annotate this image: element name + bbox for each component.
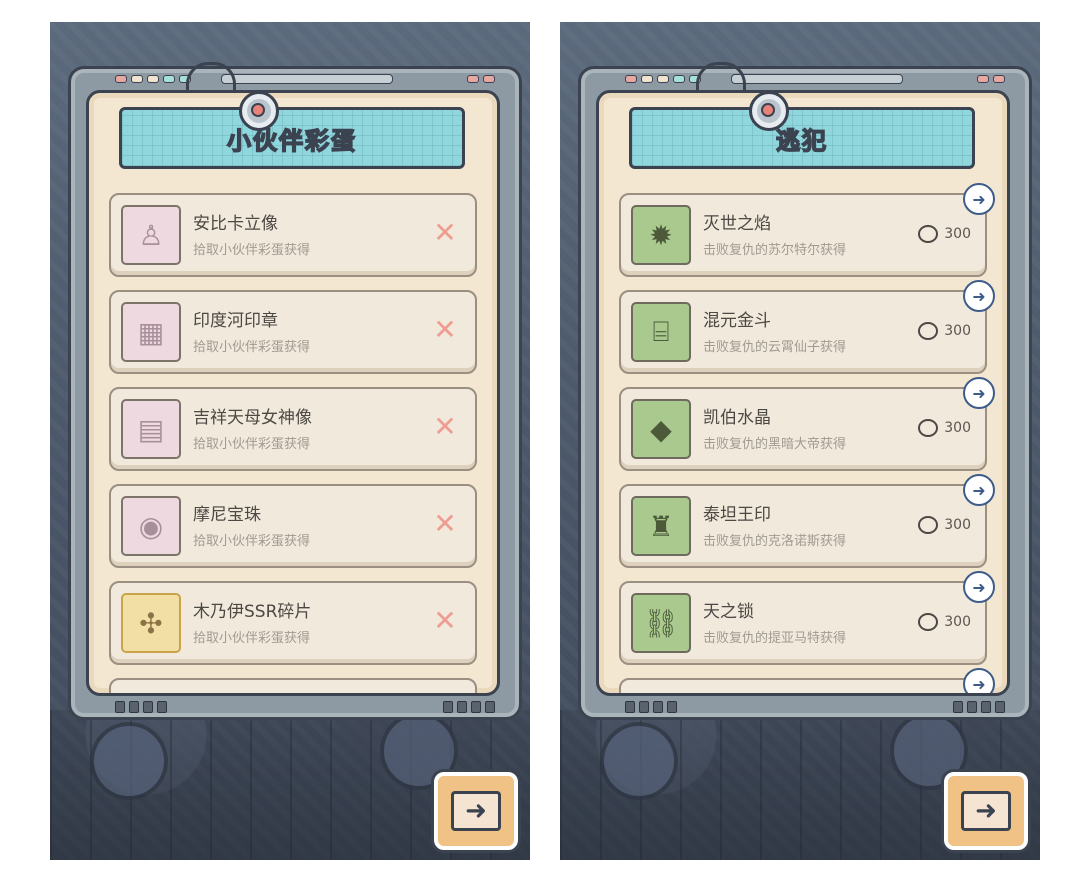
frame-bar xyxy=(221,74,393,84)
item-name: 凯伯水晶 xyxy=(703,408,771,428)
go-button[interactable]: ➜ xyxy=(963,280,995,312)
item-source: 击败复仇的克洛诺斯获得 xyxy=(703,534,847,549)
cost: 300 xyxy=(918,419,971,437)
list-item[interactable]: ✹ 灭世之焰 击败复仇的苏尔特尔获得 300 ➜ xyxy=(619,183,995,277)
frame-lights-right xyxy=(467,75,495,83)
list-item[interactable]: ⛓ 天之锁 击败复仇的提亚马特获得 300 ➜ xyxy=(619,571,995,665)
eagle-seal-icon: ♜ xyxy=(631,496,691,556)
arrow-right-icon: ➜ xyxy=(451,791,501,831)
knob-decoration xyxy=(749,93,789,131)
cost-value: 300 xyxy=(944,614,971,630)
item-source: 拾取小伙伴彩蛋获得 xyxy=(193,340,311,355)
speech-bubble-icon xyxy=(918,613,939,631)
scroll-icon: ▤ xyxy=(121,399,181,459)
list-item[interactable]: ✣ 木乃伊SSR碎片 拾取小伙伴彩蛋获得 ✕ xyxy=(109,581,477,665)
frame-bottom-lights xyxy=(953,701,1005,713)
not-owned-x-icon: ✕ xyxy=(433,410,457,443)
speech-bubble-icon xyxy=(918,322,939,340)
item-name: 印度河印章 xyxy=(193,311,278,331)
go-button[interactable]: ➜ xyxy=(963,183,995,215)
screen-partner-eggs: 小伙伴彩蛋 ♙ 安比卡立像 拾取小伙伴彩蛋获得 ✕ ▦ 印度河印章 拾取小伙伴彩… xyxy=(50,22,530,860)
crystal-icon: ◆ xyxy=(631,399,691,459)
item-name: 摩尼宝珠 xyxy=(193,505,261,525)
item-source: 拾取小伙伴彩蛋获得 xyxy=(193,243,311,258)
pearl-icon: ◉ xyxy=(121,496,181,556)
speech-bubble-icon xyxy=(918,225,939,243)
go-button[interactable]: ➜ xyxy=(963,474,995,506)
page-title: 逃犯 xyxy=(775,126,828,156)
frame-bottom-lights xyxy=(115,701,167,713)
frame-bottom-lights xyxy=(443,701,495,713)
list-item[interactable]: ◆ 凯伯水晶 击败复仇的黑暗大帝获得 300 ➜ xyxy=(619,377,995,471)
next-button[interactable]: ➜ xyxy=(434,772,518,850)
item-name: 灭世之焰 xyxy=(703,214,771,234)
list-item-partial[interactable]: ➜ xyxy=(619,668,995,693)
list-item[interactable]: ▦ 印度河印章 拾取小伙伴彩蛋获得 ✕ xyxy=(109,290,477,374)
cost-value: 300 xyxy=(944,226,971,242)
item-name: 泰坦王印 xyxy=(703,505,771,525)
go-button[interactable]: ➜ xyxy=(963,668,995,693)
cost: 300 xyxy=(918,322,971,340)
list-panel: 小伙伴彩蛋 ♙ 安比卡立像 拾取小伙伴彩蛋获得 ✕ ▦ 印度河印章 拾取小伙伴彩… xyxy=(86,90,500,696)
item-source: 拾取小伙伴彩蛋获得 xyxy=(193,534,311,549)
item-source: 拾取小伙伴彩蛋获得 xyxy=(193,437,311,452)
item-name: 木乃伊SSR碎片 xyxy=(193,602,312,622)
list-item[interactable]: ♜ 泰坦王印 击败复仇的克洛诺斯获得 300 ➜ xyxy=(619,474,995,568)
dial-decoration xyxy=(600,722,678,800)
next-button[interactable]: ➜ xyxy=(944,772,1028,850)
item-name: 混元金斗 xyxy=(703,311,771,331)
not-owned-x-icon: ✕ xyxy=(433,216,457,249)
not-owned-x-icon: ✕ xyxy=(433,507,457,540)
item-name: 安比卡立像 xyxy=(193,214,278,234)
go-button[interactable]: ➜ xyxy=(963,571,995,603)
frame-lights xyxy=(625,75,701,83)
dial-decoration xyxy=(90,722,168,800)
list-item[interactable]: ♙ 安比卡立像 拾取小伙伴彩蛋获得 ✕ xyxy=(109,193,477,277)
item-source: 击败复仇的黑暗大帝获得 xyxy=(703,437,847,452)
speech-bubble-icon xyxy=(918,516,939,534)
speech-bubble-icon xyxy=(918,419,939,437)
arrow-right-icon: ➜ xyxy=(961,791,1011,831)
chain-icon: ⛓ xyxy=(631,593,691,653)
list-panel: 逃犯 ✹ 灭世之焰 击败复仇的苏尔特尔获得 300 ➜ ⌸ 混元金斗 击败复仇的… xyxy=(596,90,1010,696)
frame-lights xyxy=(115,75,191,83)
not-owned-x-icon: ✕ xyxy=(433,313,457,346)
cost-value: 300 xyxy=(944,517,971,533)
item-source: 击败复仇的云霄仙子获得 xyxy=(703,340,847,355)
list-item-partial[interactable] xyxy=(109,678,477,693)
frame-bar xyxy=(731,74,903,84)
title-banner: 逃犯 xyxy=(629,107,975,169)
list-item[interactable]: ⌸ 混元金斗 击败复仇的云霄仙子获得 300 ➜ xyxy=(619,280,995,374)
statue-icon: ♙ xyxy=(121,205,181,265)
list-item[interactable]: ▤ 吉祥天母女神像 拾取小伙伴彩蛋获得 ✕ xyxy=(109,387,477,471)
mummy-fragment-icon: ✣ xyxy=(121,593,181,653)
screen-fugitives: 逃犯 ✹ 灭世之焰 击败复仇的苏尔特尔获得 300 ➜ ⌸ 混元金斗 击败复仇的… xyxy=(560,22,1040,860)
title-banner: 小伙伴彩蛋 xyxy=(119,107,465,169)
cost-value: 300 xyxy=(944,420,971,436)
list-item[interactable]: ◉ 摩尼宝珠 拾取小伙伴彩蛋获得 ✕ xyxy=(109,484,477,568)
item-name: 天之锁 xyxy=(703,602,754,622)
cost: 300 xyxy=(918,225,971,243)
go-button[interactable]: ➜ xyxy=(963,377,995,409)
item-source: 击败复仇的提亚马特获得 xyxy=(703,631,847,646)
item-list[interactable]: ♙ 安比卡立像 拾取小伙伴彩蛋获得 ✕ ▦ 印度河印章 拾取小伙伴彩蛋获得 ✕ … xyxy=(109,193,477,693)
frame-lights-right xyxy=(977,75,1005,83)
item-source: 击败复仇的苏尔特尔获得 xyxy=(703,243,847,258)
cost-value: 300 xyxy=(944,323,971,339)
knob-decoration xyxy=(239,93,279,131)
cost: 300 xyxy=(918,516,971,534)
not-owned-x-icon: ✕ xyxy=(433,604,457,637)
seal-icon: ▦ xyxy=(121,302,181,362)
item-list[interactable]: ✹ 灭世之焰 击败复仇的苏尔特尔获得 300 ➜ ⌸ 混元金斗 击败复仇的云霄仙… xyxy=(619,183,995,693)
item-source: 拾取小伙伴彩蛋获得 xyxy=(193,631,311,646)
item-name: 吉祥天母女神像 xyxy=(193,408,312,428)
bronze-vessel-icon: ⌸ xyxy=(631,302,691,362)
cost: 300 xyxy=(918,613,971,631)
flame-icon: ✹ xyxy=(631,205,691,265)
frame-bottom-lights xyxy=(625,701,677,713)
